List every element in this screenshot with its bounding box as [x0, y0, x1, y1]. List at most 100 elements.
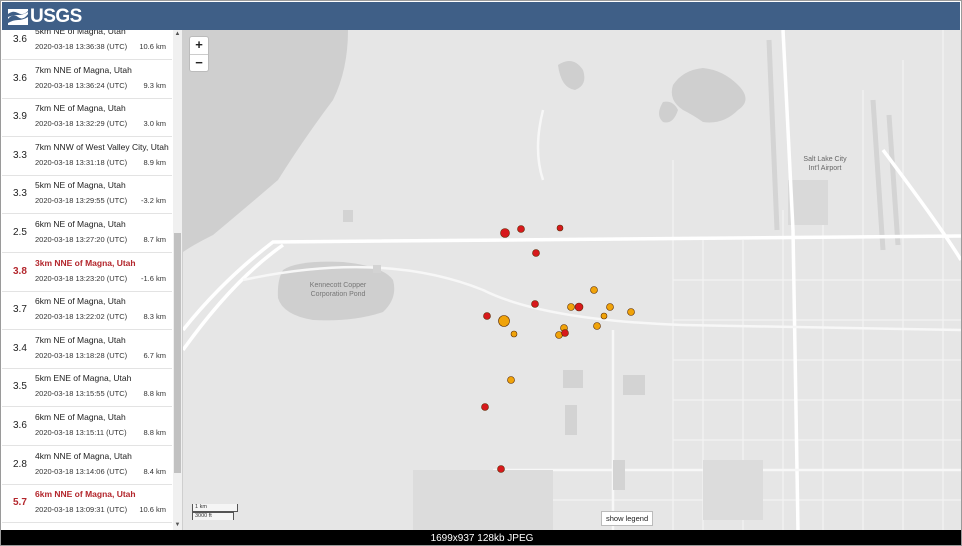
- event-depth: 6.7 km: [143, 350, 166, 360]
- earthquake-list-item[interactable]: 3.7 6km NE of Magna, Utah 2020-03-18 13:22…: [2, 291, 172, 331]
- event-magnitude: 3.6: [13, 72, 27, 84]
- list-scrollbar[interactable]: ▲ ▼: [173, 30, 182, 530]
- event-time: 2020-03-18 13:23:20 (UTC): [35, 273, 128, 283]
- event-depth: 8.4 km: [143, 466, 166, 476]
- usgs-header: USGS: [2, 2, 960, 30]
- earthquake-list-item[interactable]: 2.8 4km NNE of Magna, Utah 2020-03-18 13:1…: [2, 446, 172, 485]
- earthquake-marker[interactable]: [567, 303, 575, 311]
- event-magnitude: 3.4: [13, 342, 27, 354]
- event-place: 5km ENE of Magna, Utah: [35, 373, 132, 384]
- event-depth: 8.3 km: [143, 312, 166, 322]
- earthquake-marker[interactable]: [498, 315, 510, 327]
- event-magnitude: 3.8: [13, 265, 27, 277]
- event-place: 5km NE of Magna, Utah: [35, 30, 126, 36]
- event-magnitude: 3.7: [13, 304, 27, 316]
- event-place: 6km NNE of Magna, Utah: [35, 489, 136, 500]
- earthquake-marker[interactable]: [574, 302, 584, 312]
- event-depth: 10.6 km: [139, 505, 166, 515]
- logo-text: USGS: [30, 6, 82, 27]
- event-place: 6km NE of Magna, Utah: [35, 296, 126, 307]
- earthquake-list-item[interactable]: 3.5 5km ENE of Magna, Utah 2020-03-18 13:1…: [2, 368, 172, 408]
- earthquake-marker[interactable]: [556, 224, 564, 232]
- usgs-wave-icon: [8, 9, 28, 25]
- event-depth: 8.8 km: [143, 428, 166, 437]
- earthquake-list-item[interactable]: 3.4 7km NE of Magna, Utah 2020-03-18 13:18…: [2, 330, 172, 369]
- event-place: 4km NNE of Magna, Utah: [35, 450, 132, 461]
- show-legend-button[interactable]: show legend: [601, 511, 654, 526]
- earthquake-marker[interactable]: [481, 403, 489, 411]
- event-time: 2020-03-18 13:29:55 (UTC): [35, 196, 128, 206]
- earthquake-list-item[interactable]: 3.6 5km NE of Magna, Utah 2020-03-18 13:36…: [2, 30, 172, 60]
- scroll-down-icon[interactable]: ▼: [174, 522, 181, 529]
- event-magnitude: 3.9: [13, 111, 27, 123]
- earthquake-marker[interactable]: [517, 225, 525, 233]
- scroll-up-icon[interactable]: ▲: [174, 31, 181, 38]
- scale-ft: 3000 ft: [192, 512, 234, 520]
- earthquake-marker[interactable]: [606, 303, 614, 311]
- earthquake-marker[interactable]: [627, 308, 635, 316]
- earthquake-marker[interactable]: [497, 465, 505, 473]
- earthquake-marker[interactable]: [600, 312, 608, 320]
- earthquake-list-item[interactable]: 2.5 6km NE of Magna, Utah 2020-03-18 13:27…: [2, 214, 172, 253]
- earthquake-list-item[interactable]: 3.3 7km NNW of West Valley City, Utah 2020…: [2, 137, 172, 176]
- event-time: 2020-03-18 13:15:11 (UTC): [35, 428, 127, 437]
- zoom-out-button[interactable]: −: [190, 55, 208, 72]
- earthquake-list-item[interactable]: 3.3 5km NE of Magna, Utah 2020-03-18 13:29…: [2, 175, 172, 215]
- earthquake-marker[interactable]: [500, 228, 510, 238]
- earthquake-marker[interactable]: [532, 249, 540, 257]
- map-scale: 1 km 3000 ft: [192, 504, 238, 520]
- earthquake-list-item[interactable]: 3.6 7km NNE of Magna, Utah 2020-03-18 13:3…: [2, 60, 172, 99]
- usgs-logo[interactable]: USGS: [8, 6, 82, 28]
- event-magnitude: 2.8: [13, 458, 27, 470]
- event-time: 2020-03-18 13:36:24 (UTC): [35, 80, 128, 90]
- event-place: 7km NE of Magna, Utah: [35, 103, 126, 114]
- event-depth: 8.7 km: [143, 235, 166, 244]
- event-place: 6km NE of Magna, Utah: [35, 219, 126, 229]
- event-time: 2020-03-18 13:18:28 (UTC): [35, 350, 128, 360]
- event-place: 6km NE of Magna, Utah: [35, 412, 126, 422]
- event-depth: 8.9 km: [143, 157, 166, 167]
- earthquake-marker[interactable]: [507, 376, 515, 384]
- earthquake-marker[interactable]: [531, 300, 539, 308]
- event-time: 2020-03-18 13:32:29 (UTC): [35, 119, 128, 129]
- event-depth: 3.0 km: [143, 119, 166, 129]
- event-place: 5km NE of Magna, Utah: [35, 180, 126, 191]
- zoom-in-button[interactable]: +: [190, 37, 208, 55]
- viewer-frame: USGS 3.6 5km NE of Magna, Utah 2020-03-18 …: [0, 0, 962, 546]
- event-magnitude: 3.3: [13, 149, 27, 161]
- event-time: 2020-03-18 13:31:18 (UTC): [35, 157, 128, 167]
- event-place: 3km NNE of Magna, Utah: [35, 257, 136, 268]
- event-time: 2020-03-18 13:27:20 (UTC): [35, 235, 128, 244]
- earthquake-list-item[interactable]: 3.9 7km NE of Magna, Utah 2020-03-18 13:32…: [2, 98, 172, 138]
- event-depth: -3.2 km: [140, 196, 166, 206]
- zoom-control: + −: [189, 36, 209, 72]
- event-time: 2020-03-18 13:36:38 (UTC): [35, 42, 128, 51]
- event-place: 7km NNE of Magna, Utah: [35, 64, 132, 75]
- earthquake-marker[interactable]: [593, 322, 601, 330]
- map-view[interactable]: Kennecott Copper Corporation Pond Salt L…: [183, 30, 961, 530]
- event-magnitude: 3.6: [13, 34, 27, 45]
- event-time: 2020-03-18 13:22:02 (UTC): [35, 312, 128, 322]
- event-magnitude: 3.6: [13, 420, 27, 431]
- earthquake-list-item[interactable]: 5.7 6km NNE of Magna, Utah 2020-03-18 13:0…: [2, 484, 172, 524]
- image-caption: 1699x937 128kb JPEG: [1, 530, 961, 545]
- event-magnitude: 3.3: [13, 188, 27, 200]
- earthquake-markers: [481, 224, 635, 473]
- earthquake-marker[interactable]: [510, 330, 518, 338]
- event-place: 7km NE of Magna, Utah: [35, 334, 126, 345]
- earthquake-marker[interactable]: [590, 286, 598, 294]
- earthquake-list-item[interactable]: 3.6 6km NE of Magna, Utah 2020-03-18 13:15…: [2, 407, 172, 446]
- event-depth: 9.3 km: [143, 80, 166, 90]
- event-magnitude: 2.5: [13, 227, 27, 238]
- event-place: 7km NNW of West Valley City, Utah: [35, 141, 169, 152]
- earthquake-list[interactable]: 3.6 5km NE of Magna, Utah 2020-03-18 13:36…: [2, 30, 183, 530]
- scale-km: 1 km: [192, 504, 238, 512]
- event-magnitude: 5.7: [13, 497, 27, 509]
- earthquake-marker[interactable]: [483, 312, 491, 320]
- event-depth: 10.6 km: [139, 42, 166, 51]
- event-depth: -1.6 km: [140, 273, 166, 283]
- earthquake-marker[interactable]: [561, 329, 569, 337]
- scrollbar-thumb[interactable]: [174, 233, 181, 473]
- earthquake-list-item[interactable]: 3.8 3km NNE of Magna, Utah 2020-03-18 13:2…: [2, 253, 172, 292]
- event-time: 2020-03-18 13:14:06 (UTC): [35, 466, 128, 476]
